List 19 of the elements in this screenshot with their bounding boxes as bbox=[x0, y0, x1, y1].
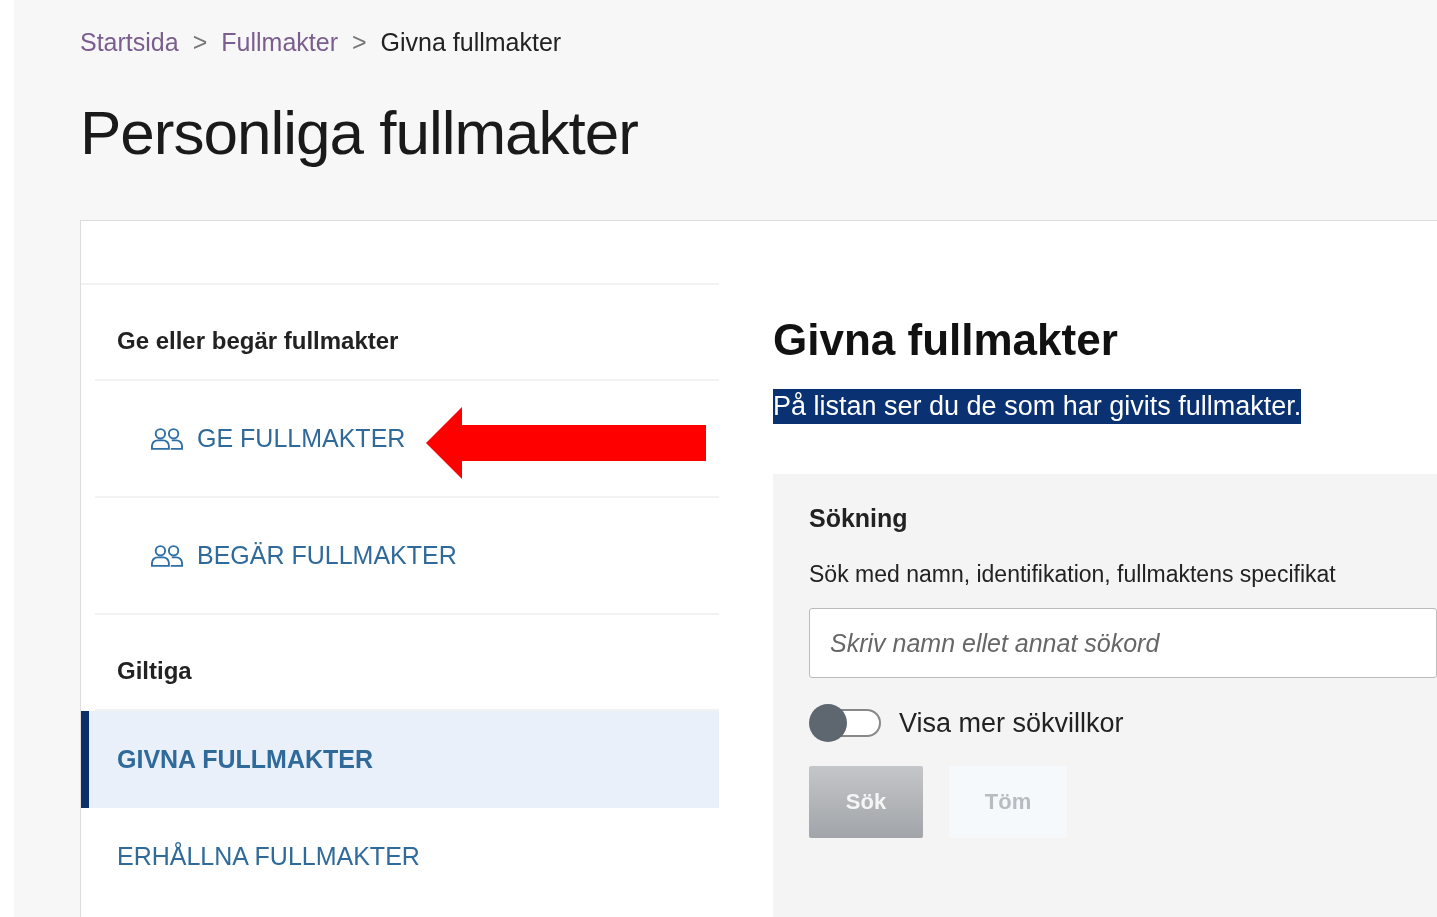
sidebar-nav-item[interactable]: GIVNA FULLMAKTER bbox=[81, 711, 719, 808]
breadcrumb-link[interactable]: Fullmakter bbox=[221, 28, 338, 57]
people-icon bbox=[151, 544, 183, 567]
toggle-label: Visa mer sökvillkor bbox=[899, 707, 1124, 739]
sidebar-action-link[interactable]: BEGÄR FULLMAKTER bbox=[95, 498, 719, 615]
breadcrumb-current: Givna fullmakter bbox=[380, 28, 562, 57]
breadcrumb-separator: > bbox=[351, 28, 367, 57]
breadcrumb-separator: > bbox=[192, 28, 208, 57]
page-title: Personliga fullmakter bbox=[80, 97, 639, 168]
intro-text: På listan ser du de som har givits fullmakter. bbox=[773, 389, 1302, 424]
search-heading: Sökning bbox=[809, 504, 909, 533]
search-field[interactable]: Skriv namn ellet annat sökord bbox=[809, 608, 1437, 678]
search-description: Sök med namn, identifikation, fullmaktens specifikat bbox=[809, 561, 1337, 588]
people-icon bbox=[151, 427, 183, 450]
toggle-switch[interactable] bbox=[809, 704, 881, 742]
sidebar-nav-item[interactable]: ERHÅLLNA FULLMAKTER bbox=[81, 808, 719, 905]
sidebar-heading: Ge eller begär fullmakter bbox=[95, 285, 719, 381]
section-title: Givna fullmakter bbox=[773, 315, 1119, 365]
breadcrumb-link[interactable]: Startsida bbox=[80, 28, 179, 57]
